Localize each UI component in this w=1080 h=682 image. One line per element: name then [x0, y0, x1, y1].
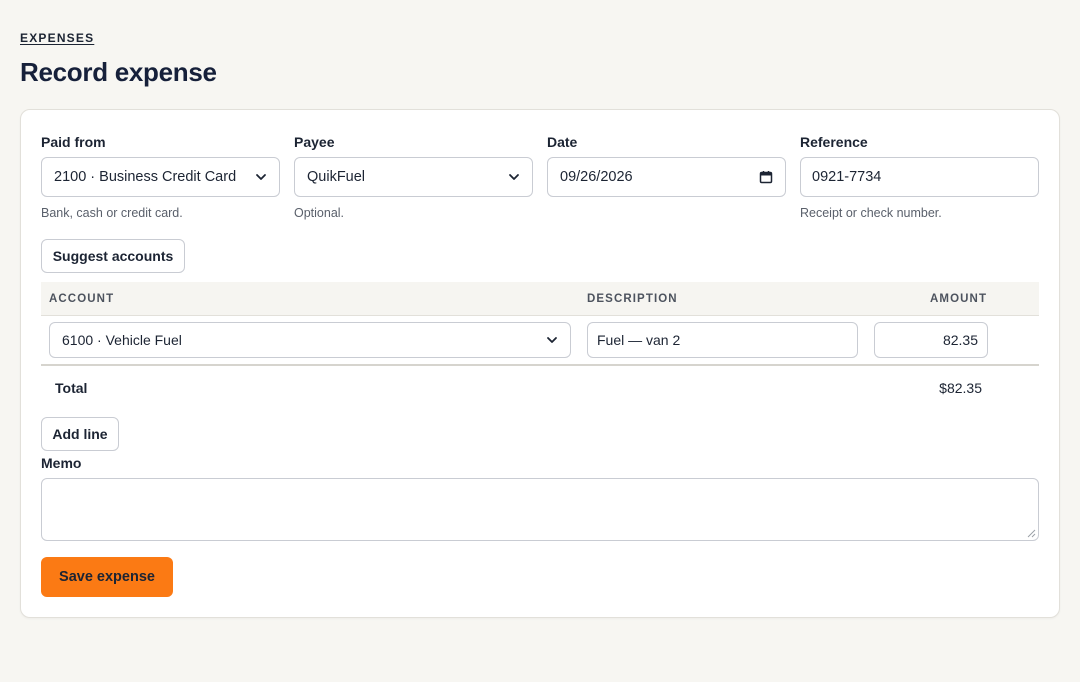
- description-input[interactable]: Fuel — van 2: [587, 322, 858, 358]
- suggest-accounts-button[interactable]: Suggest accounts: [41, 239, 185, 273]
- payee-value: QuikFuel: [307, 169, 366, 185]
- table-row: 6100 · Vehicle Fuel Fuel — van 2 82.35: [41, 316, 1039, 366]
- column-header-description: DESCRIPTION: [587, 293, 678, 305]
- line-items-header: ACCOUNT DESCRIPTION AMOUNT: [41, 282, 1039, 316]
- payee-label: Payee: [294, 134, 335, 150]
- amount-value: 82.35: [942, 332, 978, 348]
- paid-from-hint: Bank, cash or credit card.: [41, 206, 183, 220]
- column-header-account: ACCOUNT: [49, 293, 115, 305]
- paid-from-label: Paid from: [41, 134, 106, 150]
- account-value: 6100 · Vehicle Fuel: [62, 332, 182, 348]
- paid-from-select[interactable]: 2100 · Business Credit Card: [41, 157, 280, 197]
- save-expense-button[interactable]: Save expense: [41, 557, 173, 597]
- reference-label: Reference: [800, 134, 868, 150]
- memo-label: Memo: [41, 455, 82, 471]
- date-input[interactable]: 09/26/2026: [547, 157, 786, 197]
- add-line-button[interactable]: Add line: [41, 417, 119, 451]
- paid-from-value: 2100 · Business Credit Card: [54, 169, 237, 185]
- calendar-icon[interactable]: [759, 170, 773, 184]
- account-select[interactable]: 6100 · Vehicle Fuel: [49, 322, 571, 358]
- memo-textarea[interactable]: [41, 478, 1039, 541]
- expense-form-card: Paid from 2100 · Business Credit Card Ba…: [20, 109, 1060, 618]
- column-header-amount: AMOUNT: [930, 293, 988, 305]
- reference-value: 0921-7734: [812, 169, 882, 185]
- chevron-down-icon: [256, 174, 266, 180]
- page-title: Record expense: [20, 57, 217, 87]
- total-value: $82.35: [939, 380, 982, 396]
- date-label: Date: [547, 134, 578, 150]
- breadcrumb[interactable]: EXPENSES: [20, 31, 94, 45]
- date-value: 09/26/2026: [560, 169, 633, 185]
- reference-hint: Receipt or check number.: [800, 206, 942, 220]
- description-value: Fuel — van 2: [597, 332, 681, 348]
- total-label: Total: [55, 380, 88, 396]
- amount-input[interactable]: 82.35: [874, 322, 988, 358]
- payee-hint: Optional.: [294, 206, 345, 220]
- chevron-down-icon: [509, 174, 519, 180]
- payee-select[interactable]: QuikFuel: [294, 157, 533, 197]
- reference-input[interactable]: 0921-7734: [800, 157, 1039, 197]
- chevron-down-icon: [547, 337, 557, 343]
- resize-grip-icon[interactable]: [1027, 529, 1036, 538]
